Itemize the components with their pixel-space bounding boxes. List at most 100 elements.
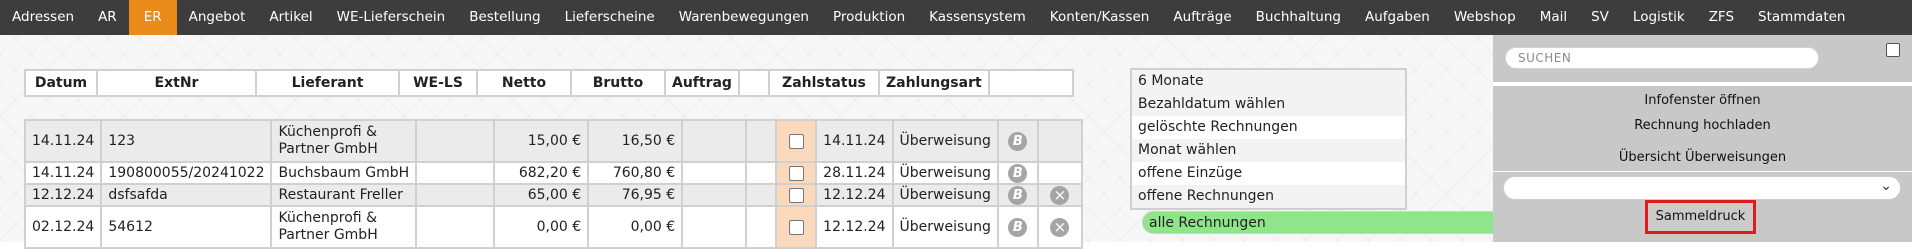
cell-brutto: 760,80 € [587,161,684,185]
nav-item-warenbewegungen[interactable]: Warenbewegungen [667,0,821,35]
cell-zahldatum: 28.11.24 [815,161,894,185]
paid-checkbox[interactable] [788,165,804,181]
filter-monat-waehlen[interactable]: Monat wählen [1132,139,1405,162]
cell-netto: 15,00 € [493,119,590,163]
cell-datum: 14.11.24 [23,119,103,163]
filter-6-monate[interactable]: 6 Monate [1132,70,1405,93]
cell-blank [745,183,778,207]
cell-paid-checkbox [775,119,818,163]
info-window-button[interactable]: Infofenster öffnen [1493,89,1912,113]
cell-we-ls [415,119,496,163]
chevron-down-icon: ⌄ [1880,178,1892,194]
table-row[interactable]: 14.11.24 190800055/20241022 Buchsbaum Gm… [23,161,1083,185]
cell-delete: × [1036,183,1083,207]
cell-netto: 682,20 € [493,161,590,185]
nav-item-logistik[interactable]: Logistik [1621,0,1697,35]
cell-brutto: 16,50 € [587,119,684,163]
cell-netto: 65,00 € [493,183,590,207]
col-header-brutto[interactable]: Brutto [570,69,666,97]
nav-item-auftraege[interactable]: Aufträge [1161,0,1243,35]
invoice-table: 14.11.24 123 Küchenprofi & Partner GmbH … [23,119,1083,249]
nav-item-lieferscheine[interactable]: Lieferscheine [553,0,667,35]
nav-item-stammdaten[interactable]: Stammdaten [1746,0,1857,35]
cell-extnr: 123 [100,119,273,163]
nav-item-angebot[interactable]: Angebot [177,0,258,35]
nav-item-kassensystem[interactable]: Kassensystem [917,0,1038,35]
paid-checkbox[interactable] [788,219,804,235]
nav-item-ar[interactable]: AR [86,0,129,35]
cell-booking: B [996,183,1039,207]
booking-b-icon[interactable]: B [1008,164,1028,182]
filter-alle-rechnungen[interactable]: alle Rechnungen [1142,211,1540,234]
cell-auftrag [681,183,748,207]
nav-item-produktion[interactable]: Produktion [821,0,917,35]
col-header-we-ls[interactable]: WE-LS [398,69,478,97]
col-header-auftrag[interactable]: Auftrag [664,69,740,97]
nav-item-er[interactable]: ER [128,0,177,35]
sammeldruck-button[interactable]: Sammeldruck [1645,200,1756,234]
filter-offene-einzuege[interactable]: offene Einzüge [1132,162,1405,185]
nav-item-we-lieferschein[interactable]: WE-Lieferschein [325,0,458,35]
col-header-actions [987,69,1074,97]
booking-b-icon[interactable]: B [1008,217,1028,237]
table-row[interactable]: 14.11.24 123 Küchenprofi & Partner GmbH … [23,119,1083,163]
delete-x-icon[interactable]: × [1050,217,1070,237]
cell-booking: B [996,161,1039,185]
col-header-extnr[interactable]: ExtNr [96,69,257,97]
col-header-lieferant[interactable]: Lieferant [255,69,400,97]
paid-checkbox[interactable] [788,133,804,149]
booking-b-icon[interactable]: B [1008,131,1028,151]
cell-paid-checkbox [775,183,818,207]
panel-checkbox[interactable] [1886,43,1900,57]
nav-item-mail[interactable]: Mail [1528,0,1579,35]
cell-zahlungsart: Überweisung [891,161,999,185]
main-navigation: Adressen AR ER Angebot Artikel WE-Liefer… [0,0,1912,35]
search-input[interactable] [1505,47,1819,69]
cell-delete [1036,119,1083,163]
col-header-netto[interactable]: Netto [476,69,572,97]
cell-zahldatum: 12.12.24 [815,183,894,207]
col-header-datum[interactable]: Datum [24,69,98,97]
cell-blank [745,119,778,163]
cell-zahlungsart: Überweisung [891,183,999,207]
cell-brutto: 76,95 € [587,183,684,207]
col-header-zahlungsart[interactable]: Zahlungsart [877,69,990,97]
cell-extnr: dsfsafda [100,183,273,207]
table-header: Datum ExtNr Lieferant WE-LS Netto Brutto… [24,69,1074,97]
cell-paid-checkbox [775,161,818,185]
nav-item-konten-kassen[interactable]: Konten/Kassen [1038,0,1162,35]
cell-booking: B [996,119,1039,163]
cell-delete [1036,161,1083,185]
cell-extnr: 190800055/20241022 [100,161,273,185]
paid-checkbox[interactable] [788,187,804,203]
cell-lieferant: Buchsbaum GmbH [270,161,418,185]
nav-item-adressen[interactable]: Adressen [0,0,86,35]
cell-zahldatum: 14.11.24 [815,119,894,163]
cell-we-ls [415,183,496,207]
cell-lieferant: Küchenprofi & Partner GmbH [270,119,418,163]
nav-item-webshop[interactable]: Webshop [1442,0,1528,35]
upload-invoice-button[interactable]: Rechnung hochladen [1493,114,1912,138]
nav-item-sv[interactable]: SV [1579,0,1621,35]
booking-b-icon[interactable]: B [1008,186,1028,204]
cell-blank [745,161,778,185]
filter-offene-rechnungen[interactable]: offene Rechnungen [1132,185,1405,208]
delete-x-icon[interactable]: × [1050,186,1070,204]
cell-datum: 12.12.24 [23,183,103,207]
nav-item-zfs[interactable]: ZFS [1697,0,1746,35]
cell-zahlungsart: Überweisung [891,119,999,163]
batch-select[interactable]: ⌄ [1503,176,1901,200]
nav-item-artikel[interactable]: Artikel [257,0,324,35]
nav-item-buchhaltung[interactable]: Buchhaltung [1244,0,1353,35]
nav-item-bestellung[interactable]: Bestellung [457,0,552,35]
filter-geloeschte-rechnungen[interactable]: gelöschte Rechnungen [1132,116,1405,139]
table-row[interactable]: 12.12.24 dsfsafda Restaurant Freller 65,… [23,183,1083,207]
nav-item-aufgaben[interactable]: Aufgaben [1353,0,1442,35]
filter-bezahldatum[interactable]: Bezahldatum wählen [1132,93,1405,116]
content-area: Datum ExtNr Lieferant WE-LS Netto Brutto… [0,35,1540,249]
col-header-zahlstatus[interactable]: Zahlstatus [767,69,880,97]
cell-lieferant: Restaurant Freller [270,183,418,207]
cell-auftrag [681,161,748,185]
transfers-overview-button[interactable]: Übersicht Überweisungen [1493,146,1912,170]
cell-datum: 14.11.24 [23,161,103,185]
